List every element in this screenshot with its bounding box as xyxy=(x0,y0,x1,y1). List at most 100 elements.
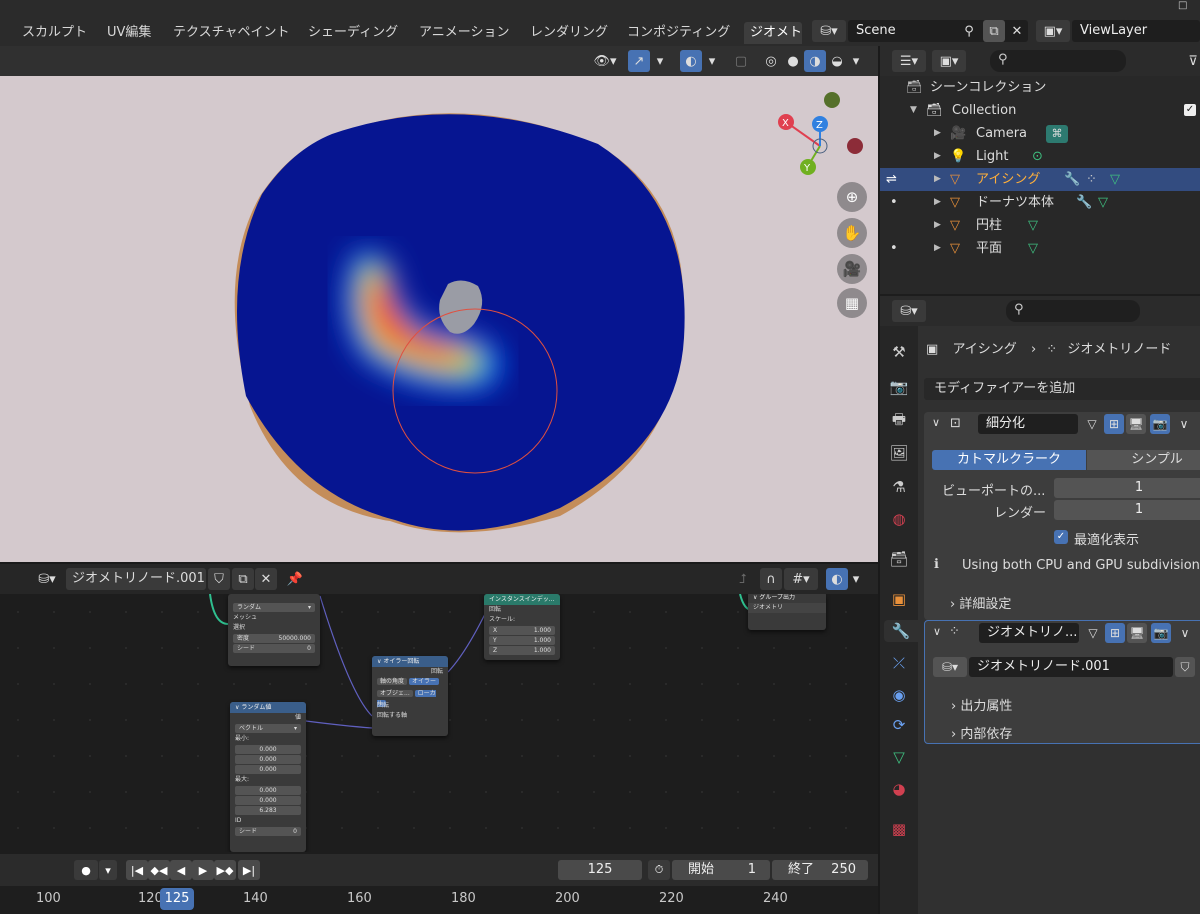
dot-icon[interactable]: • xyxy=(890,237,898,260)
expand-right-icon[interactable]: ▶ xyxy=(934,145,941,168)
rendered-shading-icon[interactable]: ◒ xyxy=(826,50,848,72)
duplicate-icon[interactable]: ⧉ xyxy=(232,568,254,590)
group-output-node[interactable]: ∨ グループ出力 ジオメトリ xyxy=(748,594,826,630)
modifier-tab-icon[interactable]: 🔧 xyxy=(884,620,918,642)
chevron-down-icon[interactable]: ▾ xyxy=(99,860,117,880)
snap-icon[interactable]: ∩ xyxy=(760,568,782,590)
expand-right-icon[interactable]: ▶ xyxy=(934,237,941,260)
xray-icon[interactable]: ▢ xyxy=(730,50,752,72)
outliner-row-camera[interactable]: ▶ 🎥 Camera ⌘ xyxy=(880,122,1200,145)
area-divider[interactable] xyxy=(0,562,878,564)
pin-icon[interactable]: ⚲ xyxy=(958,20,980,42)
timeline-ruler[interactable]: 100 120 140 160 180 200 220 240 125 xyxy=(0,886,878,914)
outliner-row-cylinder[interactable]: ▶ ▽ 円柱 ▽ xyxy=(880,214,1200,237)
tool-tab-icon[interactable]: ⚒ xyxy=(888,341,910,363)
mesh-data-icon[interactable]: ▽ xyxy=(1028,237,1038,260)
random-value-node[interactable]: ∨ ランダム値 値 ベクトル ▾ 最小: 0.000 0.000 0.000 最大… xyxy=(230,702,306,852)
viewport-levels-field[interactable]: 1 xyxy=(1054,478,1200,498)
constraints-tab-icon[interactable]: ⟳ xyxy=(888,714,910,736)
wireframe-shading-icon[interactable]: ◎ xyxy=(760,50,782,72)
data-tab-icon[interactable]: ▽ xyxy=(888,746,910,768)
visibility-icon[interactable]: 👁▾ xyxy=(588,50,622,72)
max-x-field[interactable]: 0.000 xyxy=(235,786,301,795)
close-icon[interactable]: ✕ xyxy=(1006,20,1028,42)
light-data-icon[interactable]: ⊙ xyxy=(1032,145,1043,168)
tool-settings-icon[interactable]: ⇌ xyxy=(886,168,897,191)
world-tab-icon[interactable]: ◍ xyxy=(888,508,910,530)
optimal-display-checkbox[interactable]: ✓ xyxy=(1054,530,1068,544)
render-camera-icon[interactable]: 📷 xyxy=(1150,414,1170,434)
camera-view-icon[interactable]: 🎥 xyxy=(837,254,867,284)
end-frame-field[interactable]: 終了 250 xyxy=(772,860,868,880)
chevron-down-icon[interactable]: ▾ xyxy=(652,50,668,72)
particles-icon[interactable]: ⁘ xyxy=(1086,168,1097,191)
play-reverse-icon[interactable]: ◀ xyxy=(170,860,192,880)
wrench-modifier-icon[interactable]: 🔧 xyxy=(1076,191,1092,214)
min-z-field[interactable]: 0.000 xyxy=(235,765,301,774)
node-tree-name-field[interactable]: ジオメトリノード.001 xyxy=(66,568,206,590)
node-tree-browser-icon[interactable]: ⛁▾ xyxy=(933,657,967,677)
view-layer-tab-icon[interactable]: 🖼 xyxy=(888,442,910,464)
random-seed-field[interactable]: シード 0 xyxy=(235,827,301,836)
editor-type-icon[interactable]: ⛁▾ xyxy=(892,300,926,322)
edit-cage-icon[interactable]: ▽ xyxy=(1083,623,1103,643)
outliner-search-input[interactable]: ⚲ xyxy=(990,50,1126,72)
density-field[interactable]: 密度 50000.000 xyxy=(233,634,315,643)
jump-end-icon[interactable]: ▶| xyxy=(238,860,260,880)
gizmo-icon[interactable]: ↗ xyxy=(628,50,650,72)
outliner-row-icing[interactable]: ⇌ ▶ ▽ アイシング 🔧 ⁘ ▽ xyxy=(880,168,1200,191)
modifier-name-field[interactable]: 細分化 xyxy=(978,414,1078,434)
record-icon[interactable]: ● xyxy=(74,860,98,880)
chevron-down-icon[interactable]: ▾ xyxy=(848,50,864,72)
overlay-icon[interactable]: ◐ xyxy=(680,50,702,72)
filter-view-icon[interactable]: ▣▾ xyxy=(932,50,966,72)
navigation-gizmo[interactable]: X Z Y xyxy=(778,92,863,175)
stopwatch-icon[interactable]: ⏱ xyxy=(648,860,670,880)
tab-shading[interactable]: シェーディング xyxy=(302,22,404,44)
next-keyframe-icon[interactable]: ▶◆ xyxy=(214,860,236,880)
collection-tab-icon[interactable]: 🗃 xyxy=(888,548,910,570)
chevron-down-icon[interactable]: ▾ xyxy=(704,50,720,72)
min-x-field[interactable]: 0.000 xyxy=(235,745,301,754)
expand-right-icon[interactable]: ▶ xyxy=(934,191,941,214)
viewport-display-icon[interactable]: 🖥 xyxy=(1127,623,1147,643)
internal-dependencies-subpanel[interactable]: › 内部依存 xyxy=(951,723,1012,742)
solid-shading-icon[interactable]: ● xyxy=(782,50,804,72)
camera-data-icon[interactable]: ⌘ xyxy=(1046,125,1068,143)
tab-rendering[interactable]: レンダリング xyxy=(524,22,614,44)
mesh-data-icon[interactable]: ▽ xyxy=(1028,214,1038,237)
edit-cage-icon[interactable]: ▽ xyxy=(1082,414,1102,434)
play-icon[interactable]: ▶ xyxy=(192,860,214,880)
playhead[interactable]: 125 xyxy=(160,888,194,910)
edit-mode-icon[interactable]: ⊞ xyxy=(1104,414,1124,434)
prev-keyframe-icon[interactable]: ◆◀ xyxy=(148,860,170,880)
tab-compositing[interactable]: コンポジティング xyxy=(621,22,736,44)
expand-right-icon[interactable]: ▶ xyxy=(934,214,941,237)
expand-down-icon[interactable]: ▼ xyxy=(910,99,917,122)
wrench-modifier-icon[interactable]: 🔧 xyxy=(1064,168,1080,191)
outliner-row-collection[interactable]: ▼ 🗃 Collection ✓ xyxy=(880,99,1200,122)
collapse-chevron-icon[interactable]: ∨ xyxy=(933,625,941,638)
modifier-name-field[interactable]: ジオメトリノ... xyxy=(979,623,1079,643)
mesh-data-icon[interactable]: ▽ xyxy=(1098,191,1108,214)
expand-right-icon[interactable]: ▶ xyxy=(934,168,941,191)
instance-on-points-node[interactable]: インスタンスインデッ... 回転 スケール: X 1.000 Y 1.000 Z 1.… xyxy=(484,594,560,660)
display-mode-icon[interactable]: ☰▾ xyxy=(892,50,926,72)
material-tab-icon[interactable]: ◕ xyxy=(888,778,910,800)
parent-node-tree-icon[interactable]: ⮥ xyxy=(732,568,754,590)
advanced-subpanel[interactable]: › 詳細設定 xyxy=(950,593,1011,612)
expand-right-icon[interactable]: ▶ xyxy=(934,122,941,145)
object-space-button[interactable]: オブジェ... xyxy=(377,690,413,697)
edit-mode-icon[interactable]: ⊞ xyxy=(1105,623,1125,643)
node-tree-browser-icon[interactable]: ⛁▾ xyxy=(30,568,64,590)
jump-start-icon[interactable]: |◀ xyxy=(126,860,148,880)
outliner-row-donut[interactable]: • ▶ ▽ ドーナツ本体 🔧 ▽ xyxy=(880,191,1200,214)
area-divider[interactable] xyxy=(878,46,880,914)
max-z-field[interactable]: 6.283 xyxy=(235,806,301,815)
start-frame-field[interactable]: 開始 1 xyxy=(672,860,770,880)
overlay-icon[interactable]: ◐ xyxy=(826,568,848,590)
distribute-points-node[interactable]: ランダム ▾ メッシュ 選択 密度 50000.000 シード 0 xyxy=(228,594,320,666)
chevron-down-icon[interactable]: ∨ xyxy=(1174,414,1194,434)
pan-hand-icon[interactable]: ✋ xyxy=(837,218,867,248)
unlink-close-icon[interactable]: ✕ xyxy=(255,568,277,590)
